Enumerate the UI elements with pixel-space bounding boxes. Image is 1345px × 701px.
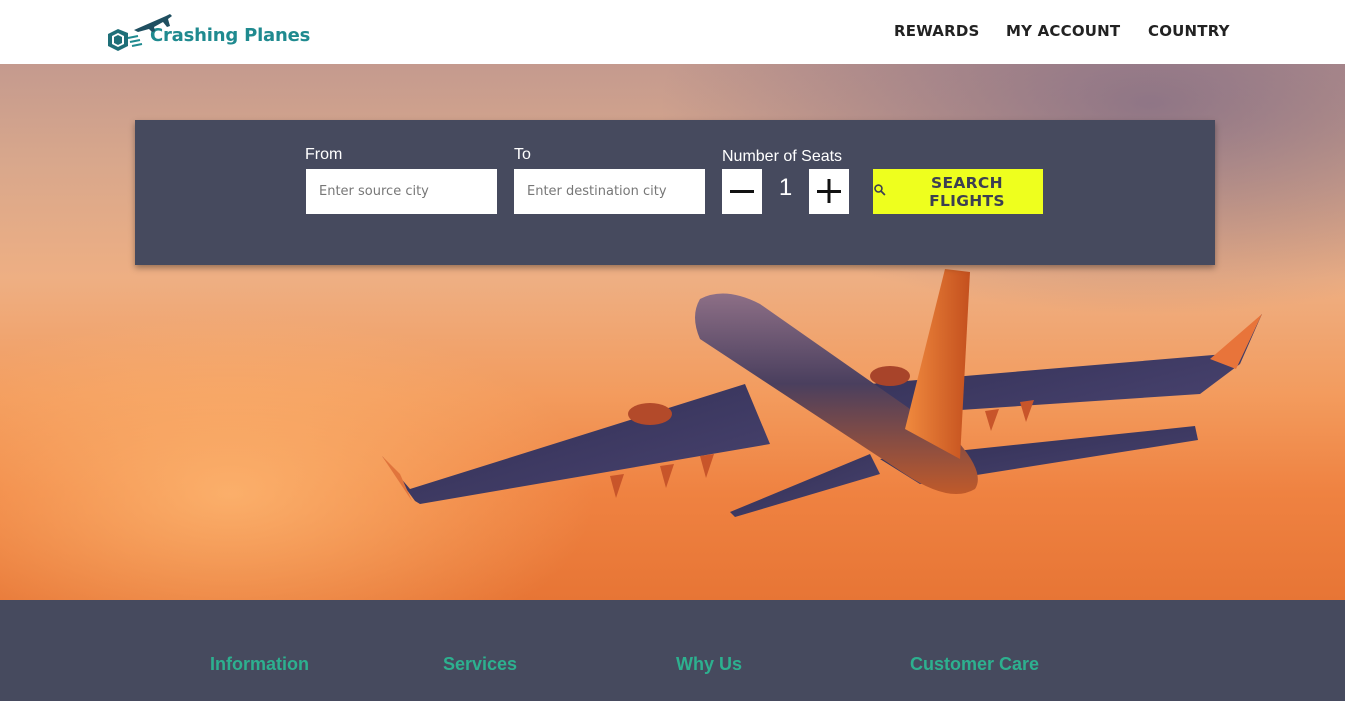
- footer-heading-information: Information: [210, 654, 309, 674]
- site-header: Crashing Planes REWARDS MY ACCOUNT COUNT…: [0, 0, 1345, 64]
- search-flights-button[interactable]: SEARCH FLIGHTS: [873, 169, 1043, 214]
- nav-country[interactable]: COUNTRY: [1148, 22, 1230, 40]
- source-city-input[interactable]: [306, 169, 497, 214]
- plus-icon: [817, 179, 841, 203]
- to-label: To: [514, 146, 531, 163]
- search-icon: [874, 183, 886, 196]
- nav-rewards[interactable]: REWARDS: [894, 22, 979, 40]
- from-label: From: [305, 146, 343, 163]
- seat-count-value: 1: [778, 174, 793, 201]
- footer-heading-why-us: Why Us: [676, 654, 743, 674]
- footer-heading-customer-care: Customer Care: [910, 654, 1040, 674]
- site-footer: Information Services Why Us Customer Car…: [0, 600, 1345, 701]
- search-flights-label: SEARCH FLIGHTS: [929, 173, 1005, 210]
- footer-heading-services: Services: [443, 654, 518, 674]
- minus-icon: [730, 190, 754, 193]
- flight-search-panel: From To Number of Seats 1 SEARCH FLIGHTS: [135, 120, 1215, 265]
- destination-city-input[interactable]: [514, 169, 705, 214]
- nav-my-account[interactable]: MY ACCOUNT: [1006, 22, 1120, 40]
- increment-seats-button[interactable]: [809, 169, 849, 214]
- decrement-seats-button[interactable]: [722, 169, 762, 214]
- main-nav: REWARDS MY ACCOUNT COUNTRY: [0, 22, 1345, 42]
- seats-label: Number of Seats: [722, 148, 843, 165]
